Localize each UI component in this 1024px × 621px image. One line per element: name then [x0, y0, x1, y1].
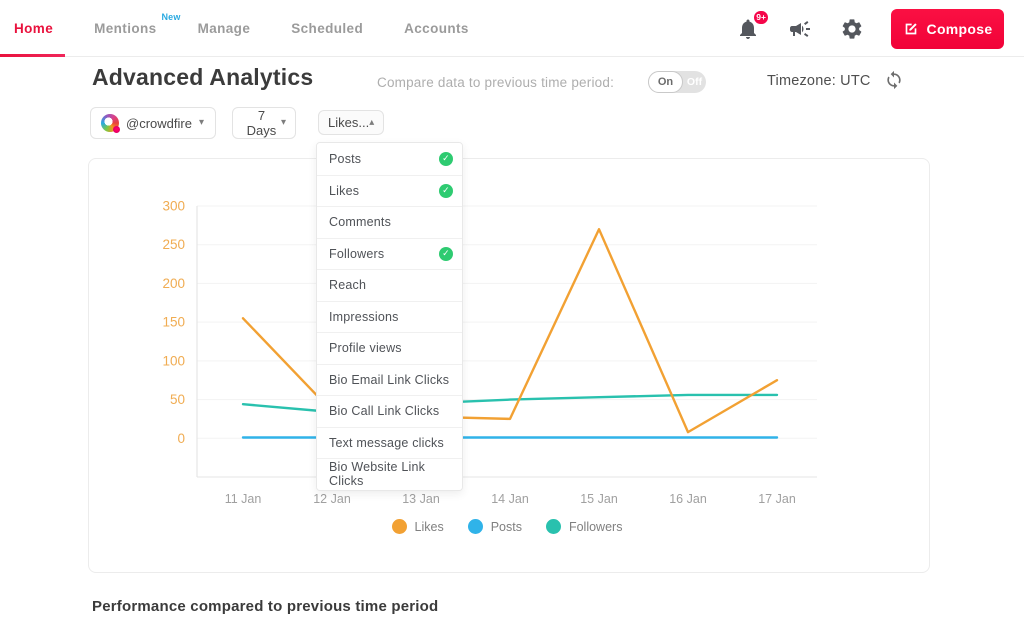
- metric-menu-item[interactable]: Comments: [317, 206, 462, 238]
- date-range-value: 7 Days: [242, 108, 281, 138]
- legend-item-followers[interactable]: Followers: [546, 519, 623, 534]
- metric-menu-item[interactable]: Posts ✓: [317, 143, 462, 175]
- svg-text:300: 300: [162, 199, 185, 214]
- metric-menu-item-label: Impressions: [329, 310, 399, 324]
- nav-item-manage[interactable]: Manage: [198, 21, 251, 36]
- compose-label: Compose: [927, 21, 993, 37]
- refresh-icon: [884, 70, 904, 90]
- legend-dot-icon: [392, 519, 407, 534]
- account-name: @crowdfire: [126, 116, 192, 131]
- metric-menu-item[interactable]: Reach: [317, 269, 462, 301]
- analytics-chart-svg: 0 50 100 150 200 250 300 11 Jan 12 Jan 13 Jan 14 J…: [89, 159, 931, 574]
- svg-text:200: 200: [162, 276, 185, 291]
- svg-text:100: 100: [162, 353, 185, 368]
- metric-menu-item[interactable]: Bio Email Link Clicks: [317, 364, 462, 396]
- check-icon: ✓: [439, 247, 453, 261]
- metric-value: Likes...: [328, 115, 369, 130]
- metric-menu-item-label: Text message clicks: [329, 436, 444, 450]
- legend-item-posts[interactable]: Posts: [468, 519, 522, 534]
- metric-menu-item-label: Comments: [329, 215, 391, 229]
- svg-text:11 Jan: 11 Jan: [225, 492, 262, 506]
- chevron-down-icon: ▾: [199, 118, 204, 128]
- legend-label: Posts: [491, 520, 522, 534]
- notification-count-badge: 9+: [752, 9, 770, 26]
- metric-selector[interactable]: Likes... ▴: [318, 110, 384, 135]
- app-window: Home MentionsNew Manage Scheduled Accoun…: [0, 0, 1024, 621]
- metric-menu-item[interactable]: Followers ✓: [317, 238, 462, 270]
- header-actions: 9+ Compose: [735, 0, 1004, 57]
- nav-item-mentions[interactable]: MentionsNew: [94, 21, 156, 36]
- compare-toggle[interactable]: On Off: [648, 71, 706, 93]
- performance-section-title: Performance compared to previous time pe…: [92, 598, 438, 615]
- svg-text:50: 50: [170, 392, 185, 407]
- metric-menu-item[interactable]: Likes ✓: [317, 175, 462, 207]
- chart-legend: Likes Posts Followers: [197, 519, 817, 534]
- top-nav-bar: Home MentionsNew Manage Scheduled Accoun…: [0, 0, 1024, 57]
- compose-button[interactable]: Compose: [891, 9, 1004, 49]
- metric-menu-item[interactable]: Impressions: [317, 301, 462, 333]
- megaphone-icon: [788, 17, 812, 41]
- metric-menu-item-label: Likes: [329, 184, 359, 198]
- nav-mentions-label: Mentions: [94, 21, 156, 36]
- metric-menu-item[interactable]: Bio Call Link Clicks: [317, 395, 462, 427]
- nav-item-home[interactable]: Home: [14, 21, 53, 36]
- svg-text:16 Jan: 16 Jan: [669, 492, 707, 506]
- legend-dot-icon: [546, 519, 561, 534]
- nav-item-scheduled[interactable]: Scheduled: [291, 21, 363, 36]
- toggle-on-option[interactable]: On: [648, 71, 683, 93]
- svg-text:17 Jan: 17 Jan: [758, 492, 796, 506]
- svg-text:12 Jan: 12 Jan: [313, 492, 351, 506]
- svg-text:14 Jan: 14 Jan: [491, 492, 529, 506]
- metric-menu-item[interactable]: Profile views: [317, 332, 462, 364]
- notifications-button[interactable]: 9+: [735, 16, 761, 42]
- svg-text:150: 150: [162, 315, 185, 330]
- crowdfire-logo-icon: [101, 114, 119, 132]
- account-selector[interactable]: @crowdfire ▾: [90, 107, 216, 139]
- legend-dot-icon: [468, 519, 483, 534]
- check-icon: ✓: [439, 152, 453, 166]
- analytics-chart-card: 0 50 100 150 200 250 300 11 Jan 12 Jan 13 Jan 14 J…: [88, 158, 930, 573]
- date-range-selector[interactable]: 7 Days ▾: [232, 107, 296, 139]
- toggle-off-option[interactable]: Off: [683, 71, 706, 93]
- metric-dropdown-menu: Posts ✓ Likes ✓ Comments Followers ✓ Reach Impre…: [316, 142, 463, 491]
- metric-menu-item-label: Bio Website Link Clicks: [329, 460, 462, 488]
- timezone-label: Timezone: UTC: [767, 73, 871, 89]
- metric-menu-item-label: Bio Call Link Clicks: [329, 404, 439, 418]
- metric-menu-item-label: Profile views: [329, 341, 402, 355]
- nav-item-accounts[interactable]: Accounts: [404, 21, 469, 36]
- svg-text:15 Jan: 15 Jan: [580, 492, 618, 506]
- compose-icon: [903, 21, 919, 37]
- page-title: Advanced Analytics: [92, 64, 313, 91]
- primary-nav: Home MentionsNew Manage Scheduled Accoun…: [14, 0, 469, 56]
- svg-text:13 Jan: 13 Jan: [402, 492, 440, 506]
- metric-menu-item[interactable]: Bio Website Link Clicks: [317, 458, 462, 490]
- legend-label: Likes: [415, 520, 444, 534]
- check-icon: ✓: [439, 184, 453, 198]
- new-badge: New: [161, 12, 180, 22]
- legend-label: Followers: [569, 520, 623, 534]
- active-tab-underline: [0, 54, 65, 57]
- settings-button[interactable]: [839, 16, 865, 42]
- svg-text:0: 0: [177, 431, 185, 446]
- metric-menu-item-label: Bio Email Link Clicks: [329, 373, 449, 387]
- chevron-up-icon: ▴: [369, 118, 374, 128]
- gear-icon: [840, 17, 864, 41]
- metric-menu-item-label: Followers: [329, 247, 384, 261]
- refresh-button[interactable]: [884, 70, 906, 92]
- metric-menu-item-label: Reach: [329, 278, 366, 292]
- announcements-button[interactable]: [787, 16, 813, 42]
- metric-menu-item-label: Posts: [329, 152, 361, 166]
- metric-menu-item[interactable]: Text message clicks: [317, 427, 462, 459]
- svg-text:250: 250: [162, 237, 185, 252]
- legend-item-likes[interactable]: Likes: [392, 519, 444, 534]
- compare-period-label: Compare data to previous time period:: [377, 75, 614, 90]
- chevron-down-icon: ▾: [281, 118, 286, 128]
